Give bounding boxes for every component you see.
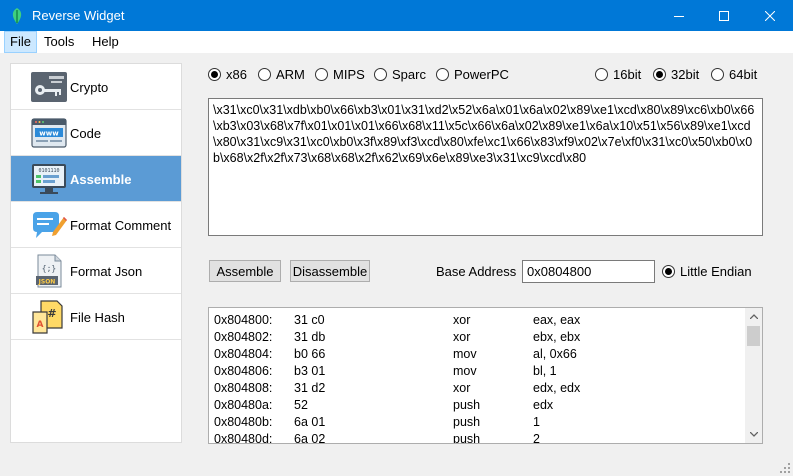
maximize-button[interactable] xyxy=(701,0,747,31)
sidebar-item-code[interactable]: www Code xyxy=(11,110,181,156)
radio-label: PowerPC xyxy=(454,67,509,82)
speech-bubble-pencil-icon xyxy=(33,212,67,238)
menu-help[interactable]: Help xyxy=(86,31,125,53)
radio-sparc[interactable]: Sparc xyxy=(374,67,426,82)
svg-text:#: # xyxy=(47,307,56,320)
table-row: 0x804808: 31 d2 xor edx, edx xyxy=(209,376,747,395)
www-code-icon: www xyxy=(31,118,67,148)
base-address-input[interactable]: 0x0804800 xyxy=(522,260,655,283)
sidebar-item-label: Crypto xyxy=(70,80,109,95)
sidebar: Crypto www Code 0101110 Assemble Format … xyxy=(10,63,182,443)
window-title: Reverse Widget xyxy=(32,8,125,23)
sidebar-item-label: File Hash xyxy=(70,310,125,325)
binary-monitor-icon: 0101110 xyxy=(32,164,66,194)
vertical-scrollbar[interactable] xyxy=(745,308,762,443)
radio-label: Sparc xyxy=(392,67,426,82)
json-file-icon: {;} JSON xyxy=(36,254,62,288)
svg-text:A: A xyxy=(37,320,44,330)
disassembly-output[interactable]: 0x804800: 31 c0 xor eax, eax 0x804802: 31 db… xyxy=(208,307,763,444)
sidebar-item-crypto[interactable]: Crypto xyxy=(11,64,181,110)
scroll-down-arrow-icon xyxy=(749,432,758,437)
sidebar-item-label: Code xyxy=(70,126,102,141)
menu-bar: File Tools Help xyxy=(0,31,793,53)
table-row: 0x80480d: 6a 02 push 2 xyxy=(209,427,747,444)
radio-indicator xyxy=(374,68,387,81)
assemble-button[interactable]: Assemble xyxy=(209,260,281,282)
sidebar-item-label: Assemble xyxy=(70,172,132,187)
minimize-icon xyxy=(674,15,684,17)
radio-indicator xyxy=(711,68,724,81)
svg-text:www: www xyxy=(39,130,59,138)
sidebar-item-label: Format Comment xyxy=(70,218,172,233)
table-row: 0x80480a: 52 push edx xyxy=(209,393,747,412)
radio-label: ARM xyxy=(276,67,305,82)
radio-64bit[interactable]: 64bit xyxy=(711,67,757,82)
maximize-icon xyxy=(719,10,729,21)
radio-16bit[interactable]: 16bit xyxy=(595,67,641,82)
table-row: 0x804806: b3 01 mov bl, 1 xyxy=(209,359,747,378)
title-bar: Reverse Widget xyxy=(0,0,793,31)
sidebar-item-format-json[interactable]: {;} JSON Format Json xyxy=(11,248,181,294)
radio-label: 64bit xyxy=(729,67,758,82)
radio-32bit[interactable]: 32bit xyxy=(653,67,699,82)
close-icon xyxy=(765,10,775,21)
sidebar-item-label: Format Json xyxy=(70,264,143,279)
resize-grip-icon[interactable] xyxy=(779,462,791,474)
radio-arm[interactable]: ARM xyxy=(258,67,305,82)
shellcode-input[interactable]: \x31\xc0\x31\xdb\xb0\x66\xb3\x01\x31\xd2… xyxy=(208,98,763,236)
scroll-up-button[interactable] xyxy=(745,308,762,325)
radio-powerpc[interactable]: PowerPC xyxy=(436,67,509,82)
radio-indicator xyxy=(315,68,328,81)
table-row: 0x80480b: 6a 01 push 1 xyxy=(209,410,747,429)
radio-x86[interactable]: x86 xyxy=(208,67,247,82)
table-row: 0x804800: 31 c0 xor eax, eax xyxy=(209,308,747,327)
radio-little-endian[interactable]: Little Endian xyxy=(662,264,752,279)
file-hash-icon: # A xyxy=(32,300,63,334)
scroll-thumb[interactable] xyxy=(747,326,760,346)
minimize-button[interactable] xyxy=(656,0,702,31)
svg-text:0101110: 0101110 xyxy=(38,168,59,174)
address-cell: 0x80480d: xyxy=(214,432,273,444)
radio-indicator xyxy=(595,68,608,81)
svg-text:JSON: JSON xyxy=(38,279,56,286)
sidebar-item-format-comment[interactable]: Format Comment xyxy=(11,202,181,248)
disassembly-rows: 0x804800: 31 c0 xor eax, eax 0x804802: 31 db… xyxy=(209,308,747,444)
radio-indicator xyxy=(662,265,675,278)
menu-file[interactable]: File xyxy=(4,31,37,53)
radio-label: 16bit xyxy=(613,67,642,82)
radio-indicator xyxy=(208,68,221,81)
key-icon xyxy=(31,72,67,102)
radio-indicator xyxy=(258,68,271,81)
radio-label: Little Endian xyxy=(680,264,752,279)
disassemble-button[interactable]: Disassemble xyxy=(290,260,370,282)
radio-mips[interactable]: MIPS xyxy=(315,67,365,82)
bytes-cell: 6a 02 xyxy=(294,432,326,444)
close-button[interactable] xyxy=(747,0,793,31)
base-address-label: Base Address xyxy=(436,264,517,279)
operands-cell: 2 xyxy=(533,432,540,444)
sidebar-item-file-hash[interactable]: # A File Hash xyxy=(11,294,181,340)
mnemonic-cell: push xyxy=(453,432,481,444)
menu-tools[interactable]: Tools xyxy=(38,31,80,53)
scroll-down-button[interactable] xyxy=(745,426,762,443)
radio-indicator xyxy=(653,68,666,81)
scroll-up-arrow-icon xyxy=(749,314,758,319)
radio-indicator xyxy=(436,68,449,81)
radio-label: MIPS xyxy=(333,67,365,82)
radio-label: x86 xyxy=(226,67,247,82)
sidebar-item-assemble[interactable]: 0101110 Assemble xyxy=(11,156,181,202)
table-row: 0x804804: b0 66 mov al, 0x66 xyxy=(209,342,747,361)
table-row: 0x804802: 31 db xor ebx, ebx xyxy=(209,325,747,344)
radio-label: 32bit xyxy=(671,67,700,82)
app-leaf-icon xyxy=(12,8,22,24)
svg-text:{;}: {;} xyxy=(42,264,56,273)
